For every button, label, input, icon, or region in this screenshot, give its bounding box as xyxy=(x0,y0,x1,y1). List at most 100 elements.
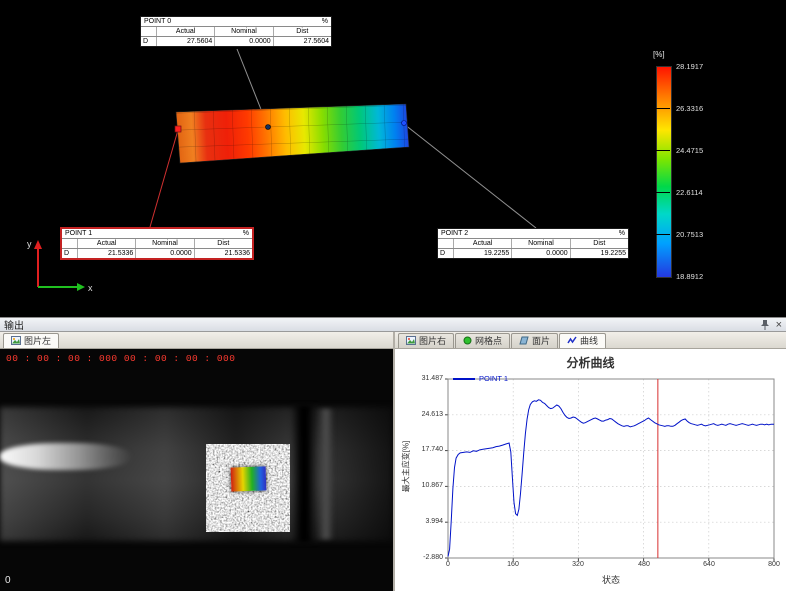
point2-marker[interactable] xyxy=(402,121,407,126)
colorbar-notch xyxy=(656,108,670,109)
point2-actual: 19.2255 xyxy=(454,249,512,258)
output-panel-title: 输出 xyxy=(4,317,24,332)
image-icon xyxy=(11,336,21,345)
point1-col-nominal: Nominal xyxy=(136,239,194,248)
light-ring xyxy=(318,409,334,539)
point2-row-label: D xyxy=(438,249,454,258)
point0-name: POINT 0 xyxy=(144,18,171,25)
point1-unit: % xyxy=(243,230,249,237)
point1-leader-line xyxy=(150,130,178,227)
point1-dist: 21.5336 xyxy=(195,249,252,258)
point2-col-nominal: Nominal xyxy=(512,239,570,248)
grid-point-icon xyxy=(463,336,472,345)
facet-icon xyxy=(519,336,529,345)
colorbar-unit-label: [%] xyxy=(653,50,665,59)
point0-table: POINT 0 % Actual Nominal Dist D 27.5604 … xyxy=(140,16,332,47)
x-tick-0: 0 xyxy=(431,561,465,568)
close-icon[interactable]: × xyxy=(776,320,782,330)
point2-table: POINT 2 % Actual Nominal Dist D 19.2255 … xyxy=(437,228,629,259)
x-axis-title: 状态 xyxy=(448,573,774,586)
timestamp-overlay: 00 : 00 : 00 : 000 00 : 00 : 00 : 000 xyxy=(6,353,235,364)
point0-row-label: D xyxy=(141,37,157,46)
chart-legend: POINT 1 xyxy=(453,374,508,383)
right-panel-tabbar: 图片右 网格点 面片 xyxy=(395,332,786,349)
legend-series-name: POINT 1 xyxy=(479,374,508,383)
colorbar-tick-5: 18.8912 xyxy=(676,272,728,281)
deformation-strip[interactable] xyxy=(176,104,409,163)
point1-table: POINT 1 % Actual Nominal Dist D 21.5336 … xyxy=(60,227,254,260)
specimen-shaft xyxy=(0,407,393,541)
point1-marker[interactable] xyxy=(175,126,181,132)
chart-plot[interactable] xyxy=(395,349,786,591)
analysis-curve-chart[interactable]: 分析曲线 POINT 1 最大主应变[%] 状态 31.487 24.613 1… xyxy=(395,349,786,591)
dic-application-window: y x POINT 0 % Actual Nominal Dist D 27.5… xyxy=(0,0,786,591)
point0-nominal: 0.0000 xyxy=(215,37,273,46)
y-axis-title: 最大主应变[%] xyxy=(401,417,412,517)
colorbar xyxy=(656,66,672,278)
pin-icon[interactable] xyxy=(760,319,770,330)
tab-curve-label: 曲线 xyxy=(580,334,598,347)
y-tick-1: 24.613 xyxy=(401,411,443,418)
point2-leader-line xyxy=(404,124,536,228)
colorbar-notch xyxy=(656,234,670,235)
point2-col-dist: Dist xyxy=(571,239,628,248)
y-tick-5: -2.880 xyxy=(401,554,443,561)
point1-name: POINT 1 xyxy=(65,230,92,237)
legend-line-sample xyxy=(453,378,475,380)
point0-unit: % xyxy=(322,18,328,25)
point0-col-actual: Actual xyxy=(157,27,215,36)
y-axis-label: y xyxy=(27,239,32,249)
tab-left-image-label: 图片左 xyxy=(24,334,51,347)
x-tick-3: 480 xyxy=(627,561,661,568)
point1-col-dist: Dist xyxy=(195,239,252,248)
left-panel-tabbar: 图片左 xyxy=(0,332,393,349)
y-tick-4: 3.994 xyxy=(401,518,443,525)
3d-strain-viewport[interactable]: y x POINT 0 % Actual Nominal Dist D 27.5… xyxy=(0,0,786,317)
tab-left-image[interactable]: 图片左 xyxy=(3,333,59,348)
colorbar-notch xyxy=(656,192,670,193)
colorbar-tick-3: 22.6114 xyxy=(676,188,728,197)
colorbar-notch xyxy=(656,150,670,151)
right-curve-panel: 图片右 网格点 面片 xyxy=(395,332,786,591)
point2-name: POINT 2 xyxy=(441,230,468,237)
colorbar-tick-1: 26.3316 xyxy=(676,104,728,113)
curve-icon xyxy=(567,336,577,345)
image-icon xyxy=(406,336,416,345)
y-tick-0: 31.487 xyxy=(401,375,443,382)
point1-col-actual: Actual xyxy=(78,239,136,248)
chart-title: 分析曲线 xyxy=(395,354,786,371)
tab-right-image[interactable]: 图片右 xyxy=(398,333,454,348)
point1-actual: 21.5336 xyxy=(78,249,136,258)
colorbar-tick-2: 24.4715 xyxy=(676,146,728,155)
x-tick-4: 640 xyxy=(692,561,726,568)
point0-col-nominal: Nominal xyxy=(215,27,273,36)
y-tick-2: 17.740 xyxy=(401,446,443,453)
point2-dist: 19.2255 xyxy=(571,249,628,258)
point0-actual: 27.5604 xyxy=(157,37,215,46)
tab-curve[interactable]: 曲线 xyxy=(559,333,606,348)
point0-marker[interactable] xyxy=(266,125,271,130)
tab-facets[interactable]: 面片 xyxy=(511,333,558,348)
point1-nominal: 0.0000 xyxy=(136,249,194,258)
x-tick-1: 160 xyxy=(496,561,530,568)
point2-nominal: 0.0000 xyxy=(512,249,570,258)
left-camera-image[interactable]: 00 : 00 : 00 : 000 00 : 00 : 00 : 000 0 xyxy=(0,349,393,591)
left-image-panel: 图片左 xyxy=(0,332,393,591)
strain-overlay-patch xyxy=(231,466,267,491)
y-tick-3: 10.867 xyxy=(401,482,443,489)
tab-right-image-label: 图片右 xyxy=(419,334,446,347)
output-dock-area: 图片左 xyxy=(0,332,786,591)
point2-unit: % xyxy=(619,230,625,237)
tab-facets-label: 面片 xyxy=(532,334,550,347)
output-panel-header: 输出 × xyxy=(0,317,786,332)
tab-grid-points-label: 网格点 xyxy=(475,334,502,347)
point0-col-dist: Dist xyxy=(274,27,331,36)
x-axis-label: x xyxy=(88,283,93,293)
x-tick-5: 800 xyxy=(757,561,786,568)
dark-ring xyxy=(290,405,318,543)
frame-number: 0 xyxy=(5,575,11,586)
colorbar-tick-4: 20.7513 xyxy=(676,230,728,239)
x-tick-2: 320 xyxy=(561,561,595,568)
tab-grid-points[interactable]: 网格点 xyxy=(455,333,510,348)
highlight-streak xyxy=(0,443,132,470)
